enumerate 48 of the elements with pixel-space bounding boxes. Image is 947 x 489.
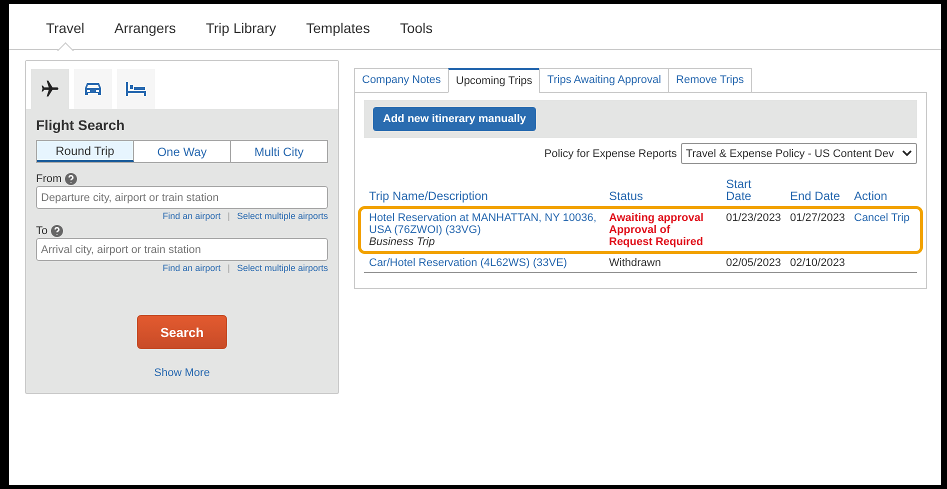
column-header: End Date [789, 188, 842, 205]
tab[interactable]: Company Notes [354, 68, 449, 93]
field-label: To [36, 225, 48, 237]
tab[interactable]: Remove Trips [668, 68, 752, 93]
trip-link[interactable]: Hotel Reservation at MANHATTAN, NY 10036, USA (76ZWOI) (33VG) [369, 212, 599, 236]
input-field[interactable]: Arrival city, airport or train station [36, 238, 328, 261]
link[interactable]: Find an airport [162, 263, 221, 273]
table-cell-text: 02/10/2023 [789, 256, 846, 270]
panel-title: Flight Search [36, 117, 126, 133]
nav-tab[interactable]: Arrangers [99, 4, 191, 51]
nav-tab[interactable]: Trip Library [190, 4, 292, 51]
trip-type: Business Trip [369, 236, 436, 248]
column-header: Status [608, 188, 644, 205]
status-text: Approval of Request Required [609, 224, 704, 248]
table-cell-text: 02/05/2023 [725, 256, 782, 270]
nav-tab[interactable]: Templates [291, 4, 385, 51]
status-text: Awaiting approval [609, 212, 705, 224]
link[interactable]: Select multiple airports [236, 211, 328, 221]
nav-tab[interactable]: Tools [384, 4, 448, 51]
trip-type-button[interactable]: Round Trip [37, 141, 134, 162]
policy-label: Policy for Expense Reports [544, 148, 677, 160]
link[interactable]: Find an airport [162, 211, 221, 221]
table-cell-text: 01/23/2023 [725, 211, 782, 226]
add-itinerary-button[interactable]: Add new itinerary manually [373, 107, 536, 131]
cancel-trip-link[interactable]: Cancel Trip [854, 212, 912, 224]
trip-link[interactable]: Car/Hotel Reservation (4L62WS) (33VE) [369, 257, 599, 269]
tab[interactable]: Trips Awaiting Approval [539, 68, 670, 93]
link-separator: | [228, 211, 230, 221]
chevron-down-icon [902, 150, 912, 157]
show-more-link[interactable]: Show More [154, 367, 210, 379]
link-separator: | [228, 263, 230, 273]
bed-icon [125, 81, 147, 97]
status-text: Withdrawn [609, 257, 662, 269]
car-icon [83, 81, 103, 97]
input-field[interactable]: Departure city, airport or train station [36, 186, 328, 209]
search-button[interactable]: Search [137, 315, 227, 349]
tab[interactable]: Upcoming Trips [448, 68, 540, 93]
field-label: From [36, 173, 62, 185]
help-icon[interactable] [50, 225, 63, 237]
column-header: Trip Name/Description [368, 188, 489, 205]
help-icon[interactable] [64, 173, 77, 185]
link[interactable]: Select multiple airports [236, 263, 328, 273]
column-header: Start Date [725, 176, 752, 205]
airplane-icon [40, 79, 60, 99]
column-header: Action [853, 188, 888, 205]
policy-dropdown[interactable]: Travel & Expense Policy - US Content Dev [680, 143, 917, 164]
table-cell-text: 01/27/2023 [789, 211, 846, 226]
mode-tab[interactable] [31, 69, 69, 109]
